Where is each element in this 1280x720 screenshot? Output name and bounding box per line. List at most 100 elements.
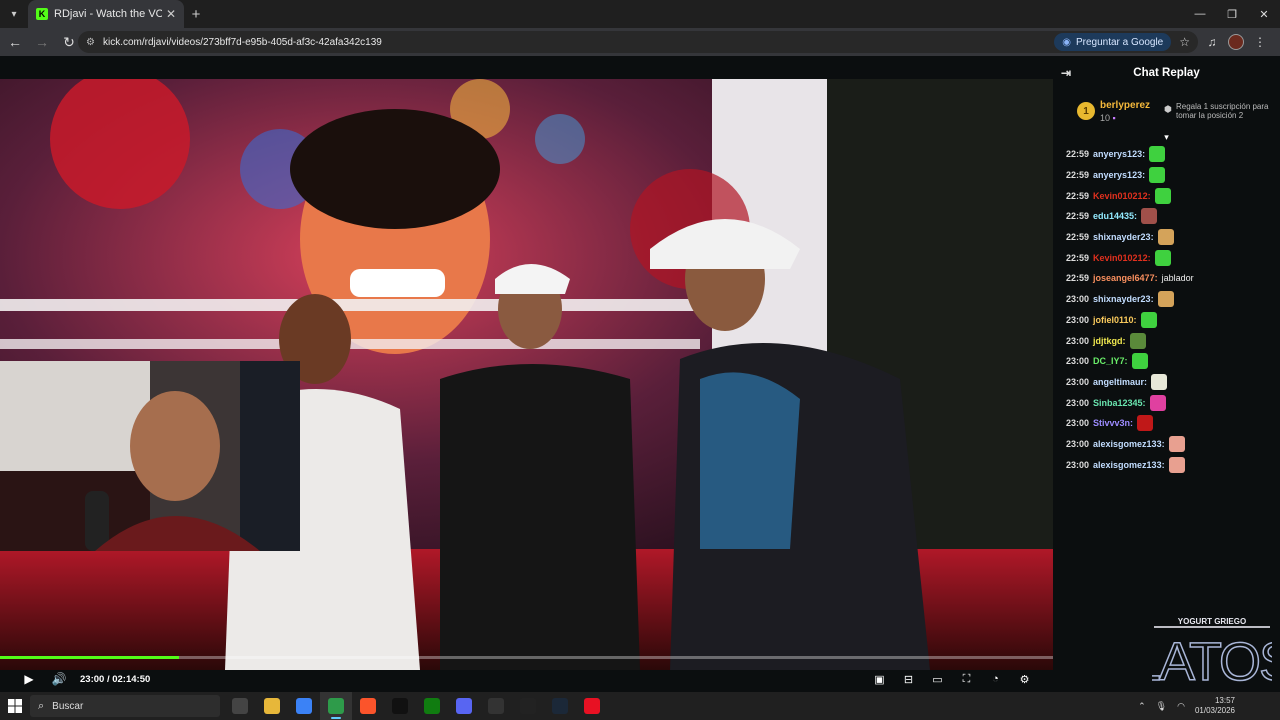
site-info-icon[interactable]: ⚙ — [86, 37, 95, 48]
address-bar[interactable]: ⚙ kick.com/rdjavi/videos/273bff7d-e95b-4… — [78, 31, 1198, 53]
message-username[interactable]: jofiel0110: — [1093, 315, 1137, 325]
forward-icon[interactable]: → — [30, 30, 54, 54]
chat-message: 23:00 DC_IY7: — [1053, 351, 1280, 372]
current-time: 23:00 — [80, 673, 105, 685]
browser-tab[interactable]: K RDjavi - Watch the VOD on Kick ✕ — [28, 0, 184, 28]
chat-message: 23:00 alexisgomez133: — [1053, 454, 1280, 475]
settings-icon[interactable]: ⚙ — [1010, 668, 1039, 690]
duration: 02:14:50 — [112, 673, 151, 685]
message-timestamp: 22:59 — [1066, 211, 1090, 222]
collapse-chat-icon[interactable]: ⇥ — [1061, 66, 1071, 80]
ask-google-label: Preguntar a Google — [1075, 36, 1164, 48]
message-username[interactable]: Sinba12345: — [1093, 398, 1146, 408]
message-username[interactable]: shixnayder23: — [1093, 294, 1154, 304]
tray-chevron-icon[interactable]: ⌃ — [1138, 701, 1146, 712]
chat-message: 23:00 Sinba12345: — [1053, 392, 1280, 413]
message-timestamp: 23:00 — [1066, 335, 1090, 346]
chrome-icon[interactable] — [320, 692, 352, 720]
file-explorer-icon[interactable] — [256, 692, 288, 720]
minimize-icon[interactable]: — — [1184, 0, 1216, 28]
discord-icon[interactable] — [448, 692, 480, 720]
task-view-icon[interactable] — [224, 692, 256, 720]
chat-message: 22:59 anyerys123: — [1053, 144, 1280, 165]
restore-icon[interactable]: ❐ — [1216, 0, 1248, 28]
volume-icon[interactable]: 🔊 — [44, 668, 74, 690]
message-timestamp: 22:59 — [1066, 170, 1090, 181]
app-glyph — [584, 698, 600, 714]
message-username[interactable]: Kevin010212: — [1093, 253, 1151, 263]
message-username[interactable]: Stivvv3n: — [1093, 418, 1133, 428]
obs-icon[interactable] — [480, 692, 512, 720]
cinema-icon[interactable]: ▭ — [923, 668, 952, 690]
streamer-webcam — [0, 361, 300, 551]
star-icon[interactable]: ☆ — [1179, 35, 1190, 49]
app-glyph — [488, 698, 504, 714]
miniplayer-icon[interactable]: ▣ — [865, 668, 894, 690]
google-lens-icon: ◉ — [1062, 36, 1071, 48]
expand-pinned-icon[interactable]: ▾ — [1053, 132, 1280, 144]
mic-icon[interactable]: 🎙 — [1156, 701, 1167, 712]
message-timestamp: 23:00 — [1066, 294, 1090, 305]
message-timestamp: 23:00 — [1066, 376, 1090, 387]
app-glyph — [264, 698, 280, 714]
message-username[interactable]: angeltimaur: — [1093, 377, 1147, 387]
message-username[interactable]: shixnayder23: — [1093, 232, 1154, 242]
gift-leaderboard[interactable]: 1 berlyperez 10 ▪ ⬢ Regala 1 suscripción… — [1053, 90, 1280, 132]
message-text: jablador — [1161, 273, 1194, 284]
time-display: 23:00 / 02:14:50 — [80, 674, 150, 685]
chat-message: 23:00 shixnayder23: — [1053, 289, 1280, 310]
emote-icon — [1137, 415, 1154, 432]
fullscreen-icon[interactable]: ⛶ — [952, 668, 981, 690]
windows-taskbar: ⌕ Buscar ⌃ 🎙 ◠ 13:57 01/03/2026 — [0, 692, 1280, 720]
message-username[interactable]: edu14435: — [1093, 211, 1137, 221]
clock-date: 01/03/2026 — [1194, 706, 1235, 715]
message-username[interactable]: jdjtkgd: — [1093, 336, 1126, 346]
play-icon[interactable]: ▶ — [14, 668, 44, 690]
davinci-icon[interactable] — [512, 692, 544, 720]
ask-google-button[interactable]: ◉ Preguntar a Google — [1054, 33, 1172, 51]
wifi-icon[interactable]: ◠ — [1177, 701, 1185, 712]
clip-icon[interactable]: ◔ — [981, 668, 1010, 690]
message-username[interactable]: Kevin010212: — [1093, 191, 1151, 201]
taskbar-search[interactable]: ⌕ Buscar — [30, 695, 220, 717]
chat-message: 23:00 jdjtkgd: — [1053, 330, 1280, 351]
chat-message: 22:59 shixnayder23: — [1053, 227, 1280, 248]
message-username[interactable]: anyerys123: — [1093, 149, 1145, 159]
new-tab-icon[interactable]: + — [184, 0, 208, 28]
toolbar-right: ♫ ⋮ — [1200, 32, 1272, 52]
steam-icon[interactable] — [544, 692, 576, 720]
leader-username: berlyperez — [1100, 99, 1151, 111]
message-timestamp: 22:59 — [1066, 273, 1090, 284]
store-icon[interactable] — [288, 692, 320, 720]
recorder-icon[interactable] — [576, 692, 608, 720]
message-timestamp: 23:00 — [1066, 438, 1090, 449]
video-player[interactable] — [0, 79, 1053, 670]
close-tab-icon[interactable]: ✕ — [166, 7, 176, 21]
message-username[interactable]: alexisgomez133: — [1093, 460, 1165, 470]
message-username[interactable]: joseangel6477: — [1093, 273, 1158, 283]
message-username[interactable]: anyerys123: — [1093, 170, 1145, 180]
close-window-icon[interactable]: ✕ — [1248, 0, 1280, 28]
message-timestamp: 23:00 — [1066, 356, 1090, 367]
clock[interactable]: 13:57 01/03/2026 — [1190, 696, 1240, 716]
chat-panel: ⇥ Chat Replay 1 berlyperez 10 ▪ ⬢ Regala… — [1053, 56, 1280, 692]
brave-icon[interactable] — [352, 692, 384, 720]
media-icon[interactable]: ♫ — [1200, 32, 1224, 52]
video-progress-bar[interactable] — [0, 656, 1053, 659]
message-username[interactable]: DC_IY7: — [1093, 356, 1128, 366]
windows-start-icon[interactable] — [0, 692, 30, 720]
more-icon[interactable]: ⋮ — [1248, 32, 1272, 52]
theater-icon[interactable]: ⊟ — [894, 668, 923, 690]
message-username[interactable]: alexisgomez133: — [1093, 439, 1165, 449]
xbox-icon[interactable] — [416, 692, 448, 720]
kick-favicon-icon: K — [36, 8, 48, 20]
message-timestamp: 23:00 — [1066, 397, 1090, 408]
capcut-icon[interactable] — [384, 692, 416, 720]
profile-avatar[interactable] — [1228, 34, 1244, 50]
tab-search-icon[interactable]: ▾ — [0, 0, 28, 28]
message-timestamp: 23:00 — [1066, 314, 1090, 325]
system-tray: ⌃ 🎙 ◠ 13:57 01/03/2026 — [1133, 692, 1280, 720]
back-icon[interactable]: ← — [3, 30, 27, 54]
browser-toolbar: ← → ↻ ⚙ kick.com/rdjavi/videos/273bff7d-… — [0, 28, 1280, 56]
chat-message: 22:59 Kevin010212: — [1053, 247, 1280, 268]
